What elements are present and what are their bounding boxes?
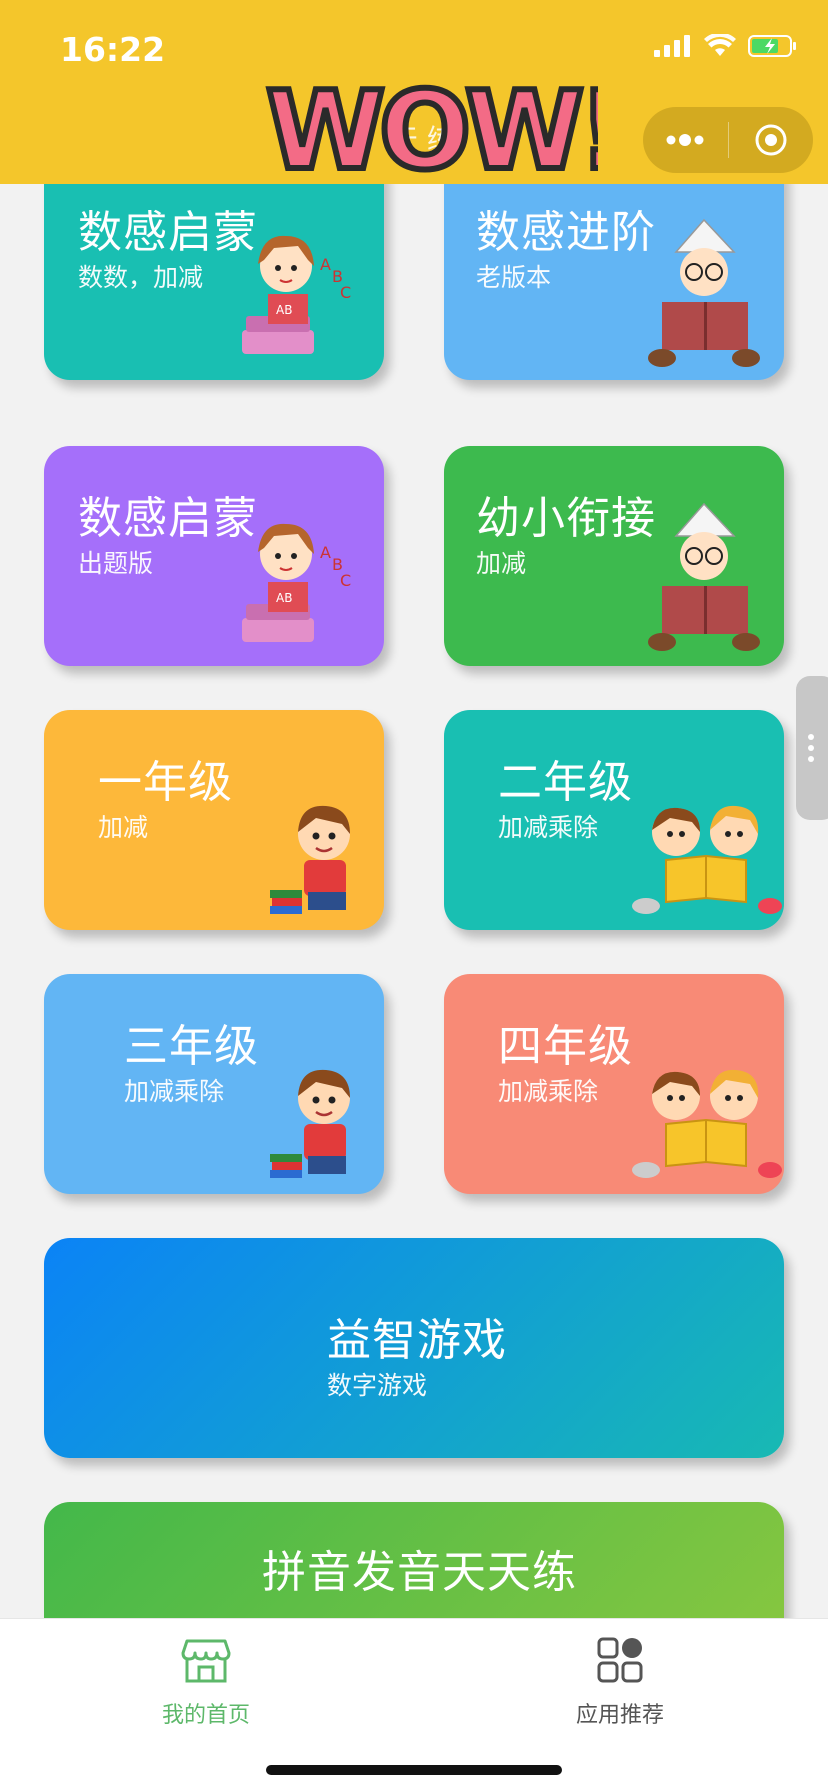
tab-home[interactable]: 我的首页 xyxy=(106,1633,306,1729)
boy-with-books-illustration xyxy=(270,1069,350,1178)
card-title: 三年级 xyxy=(124,1021,259,1072)
card-subtitle: 加减乘除 xyxy=(498,1077,599,1106)
header-bar: 16:22 天 练 WOW! xyxy=(0,0,828,190)
handle-dot xyxy=(808,756,814,762)
status-time: 16:22 xyxy=(60,30,166,69)
battery-icon xyxy=(748,35,796,57)
card-title: 四年级 xyxy=(498,1021,633,1072)
card-subtitle: 数字游戏 xyxy=(327,1371,428,1400)
card-title: 数感进阶 xyxy=(476,207,656,258)
svg-text:AB: AB xyxy=(276,591,292,605)
card-subtitle: 加减乘除 xyxy=(124,1077,225,1106)
card-puzzle-games[interactable]: 益智游戏 数字游戏 xyxy=(44,1238,784,1458)
wow-banner: WOW! xyxy=(263,70,598,190)
home-indicator xyxy=(266,1765,562,1775)
card-subtitle: 加减乘除 xyxy=(498,813,599,842)
svg-text:AB: AB xyxy=(276,303,292,317)
svg-text:C: C xyxy=(340,571,351,590)
card-grade-4[interactable]: 四年级 加减乘除 xyxy=(444,974,784,1194)
card-title: 数感启蒙 xyxy=(78,493,258,544)
boy-with-books-illustration xyxy=(270,805,350,914)
card-subtitle: 老版本 xyxy=(476,263,552,292)
more-icon xyxy=(666,134,704,146)
svg-text:A: A xyxy=(320,543,331,562)
signal-icon xyxy=(654,35,690,57)
boy-reading-illustration xyxy=(648,502,760,651)
girl-reading-illustration: AB A B C xyxy=(242,235,351,354)
card-subtitle: 出题版 xyxy=(78,549,154,578)
target-close-icon xyxy=(755,124,787,156)
more-button[interactable] xyxy=(643,107,728,173)
card-title: 拼音发音天天练 xyxy=(262,1547,577,1598)
card-grade-1[interactable]: 一年级 加减 xyxy=(44,710,384,930)
tab-recommended-apps[interactable]: 应用推荐 xyxy=(520,1633,720,1729)
storefront-icon xyxy=(181,1639,231,1683)
wow-banner-text: WOW! xyxy=(266,70,598,190)
svg-text:C: C xyxy=(340,283,351,302)
card-youxiao-xianjie[interactable]: 幼小衔接 加减 xyxy=(444,446,784,666)
card-subtitle: 加减 xyxy=(98,813,149,842)
card-title: 益智游戏 xyxy=(327,1315,507,1366)
close-button[interactable] xyxy=(729,107,814,173)
card-subtitle: 数数，加减 xyxy=(78,263,204,292)
kids-reading-illustration xyxy=(632,1069,782,1178)
tab-label: 我的首页 xyxy=(161,1703,250,1728)
card-subtitle: 加减 xyxy=(476,549,527,578)
card-shugan-qimeng-chuti[interactable]: 数感启蒙 出题版 AB A B C xyxy=(44,446,384,666)
side-drawer-handle[interactable] xyxy=(796,676,828,820)
card-title: 数感启蒙 xyxy=(78,207,258,258)
card-grade-2[interactable]: 二年级 加减乘除 xyxy=(444,710,784,930)
tab-label: 应用推荐 xyxy=(575,1703,664,1728)
wifi-icon xyxy=(704,34,736,56)
mini-program-capsule xyxy=(643,107,813,173)
girl-reading-illustration: AB A B C xyxy=(242,523,351,642)
status-icons xyxy=(654,34,798,58)
card-title: 幼小衔接 xyxy=(476,493,656,544)
grid-apps-icon xyxy=(597,1637,643,1683)
svg-text:A: A xyxy=(320,255,331,274)
card-grade-3[interactable]: 三年级 加减乘除 xyxy=(44,974,384,1194)
handle-dot xyxy=(808,745,814,751)
kids-reading-illustration xyxy=(632,805,782,914)
card-title: 一年级 xyxy=(98,757,233,808)
card-title: 二年级 xyxy=(498,757,633,808)
boy-reading-illustration xyxy=(648,218,760,367)
handle-dot xyxy=(808,734,814,740)
